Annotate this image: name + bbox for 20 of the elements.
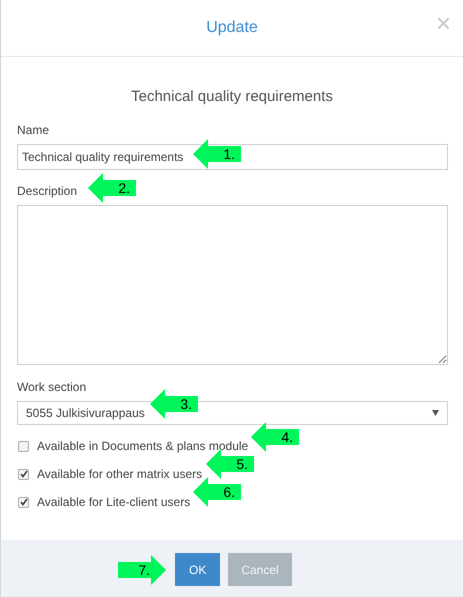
callout-arrow: 5. xyxy=(206,449,254,479)
checkbox[interactable] xyxy=(18,440,29,452)
field-label: Description xyxy=(17,182,78,200)
form-heading: Technical quality requirements xyxy=(130,87,334,107)
callout-arrow: 6. xyxy=(193,477,241,507)
cancel-button[interactable]: Cancel xyxy=(228,553,292,586)
field-label: Name xyxy=(17,122,50,138)
callout-arrow: 4. xyxy=(251,422,299,452)
callout-arrow: 2. xyxy=(88,173,136,203)
callout-arrow: 3. xyxy=(150,389,198,419)
dialog-title: Update xyxy=(206,18,258,38)
description-field[interactable] xyxy=(17,204,448,364)
ok-button[interactable]: OK xyxy=(175,553,220,586)
callout-arrow: 7. xyxy=(118,555,166,585)
field-label: Work section xyxy=(17,378,86,396)
callout-arrow: 1. xyxy=(193,139,241,169)
checkbox[interactable] xyxy=(18,468,29,480)
dropdown-caret-icon xyxy=(432,410,439,416)
checkbox-label: Available for Lite-client users xyxy=(37,494,190,511)
checkbox[interactable] xyxy=(18,496,29,508)
